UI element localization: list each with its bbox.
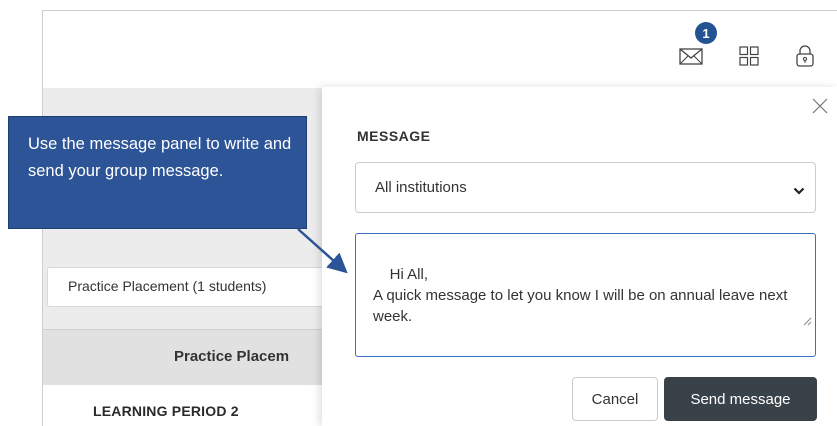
cancel-button[interactable]: Cancel	[572, 377, 658, 421]
close-icon[interactable]	[812, 98, 828, 114]
send-message-button[interactable]: Send message	[664, 377, 817, 421]
message-textarea[interactable]: Hi All, A quick message to let you know …	[355, 233, 816, 357]
callout-text: Use the message panel to write and send …	[28, 135, 292, 180]
recipient-select[interactable]: All institutions	[355, 162, 816, 213]
learning-period-label: LEARNING PERIOD 2	[93, 403, 239, 419]
placement-select[interactable]: Practice Placement (1 students)	[47, 267, 337, 307]
tutorial-callout: Use the message panel to write and send …	[8, 116, 307, 229]
top-bar: 1	[43, 11, 837, 88]
table-row[interactable]: LEARNING PERIOD 2	[43, 385, 343, 426]
message-panel-title: MESSAGE	[357, 128, 431, 144]
message-text: Hi All, A quick message to let you know …	[373, 266, 788, 325]
message-panel: MESSAGE All institutions Hi All, A quick…	[322, 87, 837, 426]
recipient-select-value: All institutions	[375, 179, 467, 196]
resize-handle-icon[interactable]	[778, 290, 812, 353]
chevron-down-icon	[793, 183, 805, 201]
lock-icon[interactable]	[792, 43, 818, 69]
unread-badge: 1	[695, 22, 717, 44]
grid-icon[interactable]	[736, 43, 762, 69]
mail-icon[interactable]	[678, 43, 704, 69]
column-header-practice-placement: Practice Placem	[174, 348, 290, 365]
table-header: Practice Placem	[43, 329, 343, 385]
